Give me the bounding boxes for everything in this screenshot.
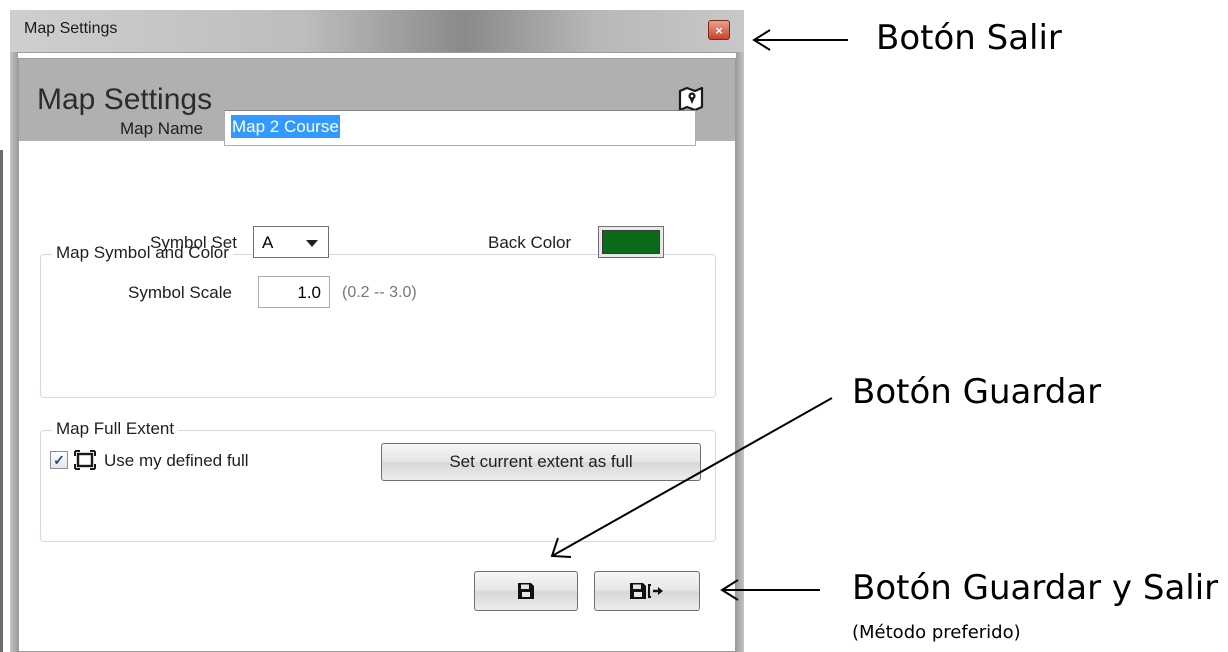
save-icon <box>518 583 534 599</box>
symbol-scale-input[interactable]: 1.0 <box>258 276 330 308</box>
chevron-down-icon <box>306 240 318 247</box>
map-name-label: Map Name <box>120 119 204 138</box>
window-title: Map Settings <box>24 20 118 37</box>
symbol-scale-label: Symbol Scale <box>128 283 232 302</box>
save-annotation: Botón Guardar <box>852 372 1102 412</box>
window-titlebar: Map Settings × <box>10 10 744 53</box>
set-current-extent-button[interactable]: Set current extent as full <box>381 443 701 481</box>
back-color-swatch <box>602 230 660 254</box>
symbol-color-group <box>40 254 716 398</box>
use-defined-full-checkbox[interactable]: ✓ <box>50 451 68 469</box>
save-exit-icon <box>630 583 663 599</box>
close-icon[interactable]: × <box>708 20 730 40</box>
back-color-label: Back Color <box>488 233 572 252</box>
symbol-set-label: Symbol Set <box>150 233 237 252</box>
save-and-exit-button[interactable] <box>594 571 700 611</box>
preferred-method-note: (Método preferido) <box>852 622 1021 643</box>
window-frame-left <box>10 52 18 652</box>
symbol-scale-range: (0.2 -- 3.0) <box>342 284 417 301</box>
symbol-set-value: A <box>262 233 274 252</box>
full-extent-group-title: Map Full Extent <box>52 419 179 439</box>
window-frame-right <box>736 52 744 652</box>
back-color-button[interactable] <box>598 226 664 258</box>
exit-arrowhead <box>752 29 771 51</box>
map-name-value: Map 2 Course <box>231 115 340 138</box>
save-button[interactable] <box>474 571 578 611</box>
exit-annotation: Botón Salir <box>876 18 1062 58</box>
use-defined-full-label: Use my defined full <box>104 451 249 470</box>
map-icon <box>678 86 704 112</box>
background-edge-line <box>0 150 3 652</box>
save-exit-annotation: Botón Guardar y Salir <box>852 568 1219 608</box>
symbol-set-select[interactable]: A <box>253 226 329 258</box>
map-name-input[interactable]: Map 2 Course <box>224 110 696 146</box>
full-extent-icon <box>74 450 96 470</box>
dialog-title: Map Settings <box>37 83 213 116</box>
